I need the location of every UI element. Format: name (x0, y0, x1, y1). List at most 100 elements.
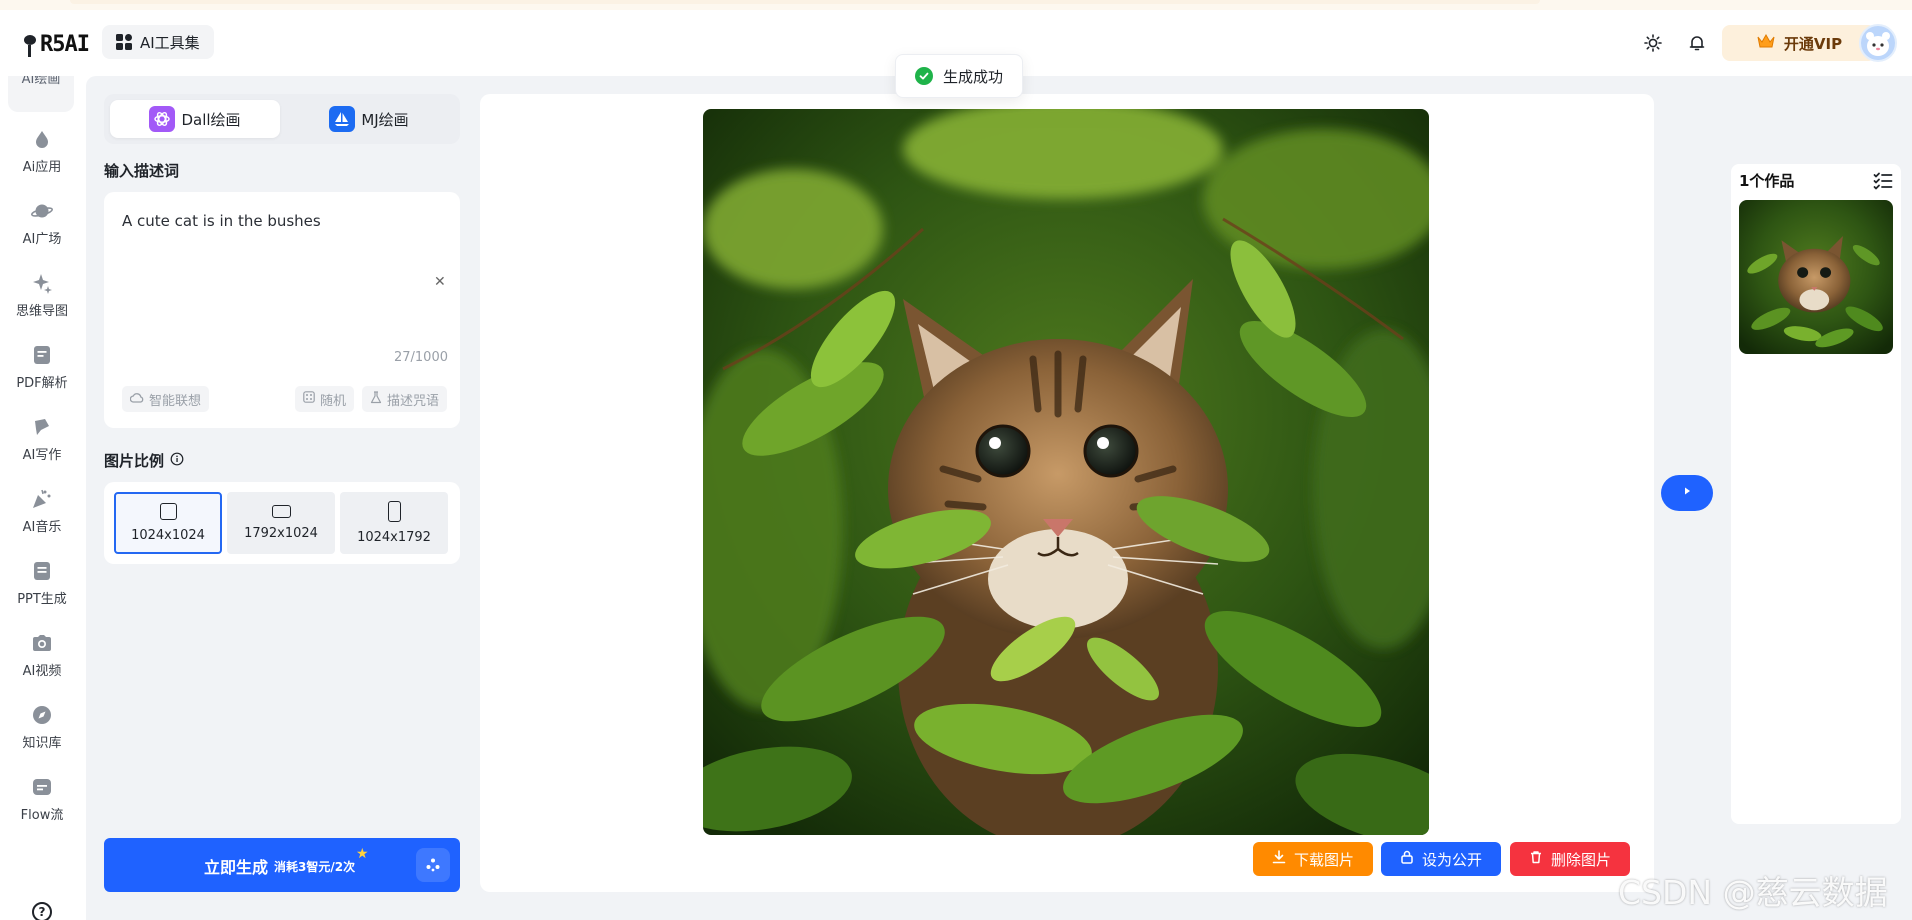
success-toast: 生成成功 (895, 54, 1023, 98)
drop-icon (31, 128, 53, 150)
slides-icon (31, 560, 53, 582)
cloud-icon (129, 392, 144, 407)
describe-spell-button[interactable]: 描述咒语 (362, 386, 448, 412)
nav-item-label: Flow流 (20, 808, 64, 823)
nav-item-ai-apps[interactable]: Ai应用 (0, 128, 84, 188)
ai-tools-button[interactable]: AI工具集 (102, 25, 214, 59)
nav-item-ai-writing[interactable]: AI写作 (0, 416, 84, 476)
smart-assoc-button[interactable]: 智能联想 (122, 386, 210, 412)
prompt-title-text: 输入描述词 (104, 162, 180, 180)
play-icon (1681, 485, 1693, 501)
logo[interactable]: R5AI (22, 32, 90, 57)
ratio-section-title: 图片比例 (104, 450, 184, 471)
ratio-label: 1024x1792 (357, 530, 431, 545)
download-label: 下载图片 (1293, 850, 1354, 869)
set-public-label: 设为公开 (1421, 850, 1482, 869)
generate-button[interactable]: 立即生成 消耗3智元/2次 ★ (104, 838, 460, 892)
nav-item-label: AI绘画 (21, 76, 61, 87)
openai-logo-icon (149, 106, 176, 132)
top-strip (0, 0, 1912, 10)
toast-text: 生成成功 (942, 67, 1003, 86)
star-badge-icon: ★ (356, 846, 369, 862)
nav-item-label: AI广场 (22, 232, 62, 247)
nav-item-label: 思维导图 (15, 304, 68, 319)
user-avatar[interactable] (1859, 24, 1897, 62)
nav-item-ai-video[interactable]: AI视频 (0, 632, 84, 692)
checklist-icon[interactable] (1873, 172, 1893, 194)
prompt-input[interactable]: A cute cat is in the bushes ✕ 27/1000 智能… (104, 192, 460, 428)
bell-icon[interactable] (1686, 32, 1708, 54)
generate-label: 立即生成 (204, 858, 269, 877)
square-ratio-icon (159, 503, 177, 520)
ratio-option-portrait[interactable]: 1024x1792 (340, 492, 448, 554)
nav-item-label: AI写作 (22, 448, 62, 463)
nav-item-label: PPT生成 (17, 592, 67, 607)
download-icon (1272, 850, 1286, 868)
generate-cost: 消耗3智元/2次 (274, 860, 356, 874)
download-image-button[interactable]: 下载图片 (1253, 842, 1373, 876)
open-vip-button[interactable]: 开通VIP (1722, 25, 1876, 61)
grid-icon (116, 34, 132, 50)
info-icon[interactable] (170, 452, 184, 470)
tab-label: Dall绘画 (181, 110, 241, 129)
open-vip-label: 开通VIP (1783, 34, 1843, 53)
work-thumbnail[interactable] (1739, 200, 1893, 354)
help-icon[interactable]: ? (32, 902, 52, 920)
ratio-option-landscape[interactable]: 1792x1024 (227, 492, 335, 554)
works-title: 1个作品 (1739, 172, 1795, 190)
options-icon[interactable] (416, 848, 450, 882)
tab-mj[interactable]: MJ绘画 (284, 100, 454, 138)
describe-spell-label: 描述咒语 (387, 393, 440, 409)
random-label: 随机 (320, 393, 347, 409)
prompt-section-title: 输入描述词 (104, 160, 179, 181)
crown-icon (1756, 33, 1776, 53)
delete-image-button[interactable]: 删除图片 (1510, 842, 1630, 876)
nav-item-ppt[interactable]: PPT生成 (0, 560, 84, 620)
nav-item-label: Ai应用 (22, 160, 62, 175)
ratio-label: 1024x1024 (131, 528, 205, 543)
watermark: CSDN @慈云数据 (1618, 873, 1888, 912)
party-icon (31, 488, 53, 510)
nav-item-label: AI音乐 (22, 520, 62, 535)
flask-icon (370, 390, 382, 408)
logo-mark-icon (22, 33, 38, 57)
prompt-text[interactable]: A cute cat is in the bushes (122, 212, 321, 230)
nav-item-ai-painting[interactable]: AI绘画 (8, 76, 74, 112)
top-strip-bar (70, 0, 1540, 4)
ratio-options: 1024x1024 1792x1024 1024x1792 (104, 482, 460, 564)
sparkle-icon (31, 272, 53, 294)
generated-image[interactable] (703, 109, 1429, 835)
tab-dall[interactable]: Dall绘画 (110, 100, 280, 138)
nav-item-pdf-parse[interactable]: PDF解析 (0, 344, 84, 404)
success-check-icon (914, 67, 933, 85)
next-button[interactable] (1661, 475, 1713, 511)
nav-item-ai-plaza[interactable]: AI广场 (0, 200, 84, 260)
clear-icon[interactable]: ✕ (434, 274, 446, 290)
ai-tools-label: AI工具集 (140, 33, 200, 52)
planet-icon (31, 200, 53, 222)
nav-item-label: 知识库 (22, 736, 62, 751)
ratio-label: 1792x1024 (244, 526, 318, 541)
random-button[interactable]: 随机 (295, 386, 355, 412)
nav-item-flow[interactable]: Flow流 (0, 776, 84, 836)
ratio-title-text: 图片比例 (104, 452, 165, 470)
document-icon (31, 344, 53, 366)
compass-icon (31, 704, 53, 726)
sailboat-icon (329, 106, 356, 132)
pen-icon (31, 416, 53, 438)
works-panel: 1个作品 (1731, 164, 1901, 824)
lock-icon (1400, 850, 1414, 868)
dice-icon (303, 391, 315, 407)
theme-toggle-icon[interactable] (1642, 32, 1664, 54)
logo-text: R5AI (40, 32, 90, 57)
set-public-button[interactable]: 设为公开 (1381, 842, 1501, 876)
camera-icon (31, 632, 53, 654)
ratio-option-square[interactable]: 1024x1024 (114, 492, 222, 554)
delete-label: 删除图片 (1550, 850, 1611, 869)
left-navigation: AI绘画 Ai应用 AI广场 思维导图 PDF解析 AI写作 AI音乐 PPT生… (0, 76, 84, 920)
nav-item-mindmap[interactable]: 思维导图 (0, 272, 84, 332)
landscape-ratio-icon (271, 505, 291, 518)
nav-item-knowledge-base[interactable]: 知识库 (0, 704, 84, 764)
nav-item-label: AI视频 (22, 664, 62, 679)
nav-item-ai-music[interactable]: AI音乐 (0, 488, 84, 548)
